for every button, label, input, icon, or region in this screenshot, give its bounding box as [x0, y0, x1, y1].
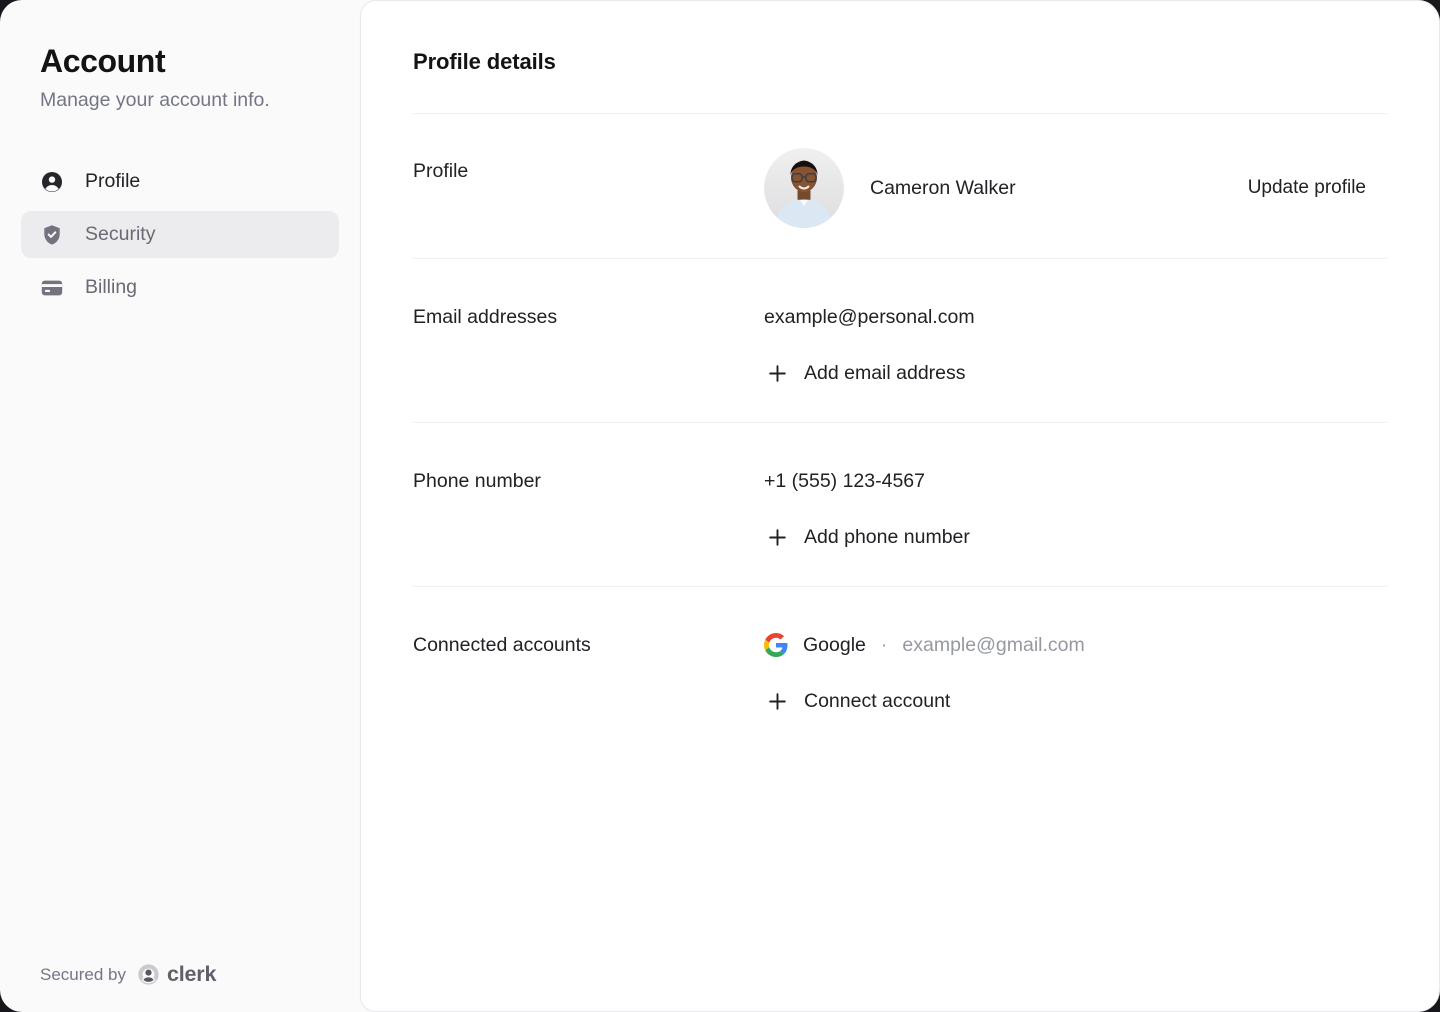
- phone-number-row: Phone number +1 (555) 123-4567 Add phone…: [413, 422, 1387, 586]
- user-full-name: Cameron Walker: [870, 177, 1016, 200]
- sidebar-item-profile[interactable]: Profile: [21, 158, 339, 205]
- profile-details-panel: Profile details Profile: [360, 0, 1440, 1012]
- plus-icon: [768, 364, 787, 383]
- add-email-label: Add email address: [804, 361, 966, 385]
- connect-account-button[interactable]: Connect account: [764, 689, 1387, 713]
- connected-account-item: Google · example@gmail.com: [764, 633, 1387, 657]
- profile-row: Profile: [413, 113, 1387, 258]
- add-phone-label: Add phone number: [804, 525, 970, 549]
- clerk-brand-link[interactable]: clerk: [137, 962, 216, 987]
- credit-card-icon: [40, 276, 64, 300]
- dot-separator: ·: [881, 633, 888, 657]
- sidebar-item-security[interactable]: Security: [21, 211, 339, 258]
- page-title: Profile details: [413, 1, 1387, 77]
- provider-name: Google: [803, 633, 866, 657]
- clerk-wordmark: clerk: [167, 962, 216, 987]
- google-g-icon: [764, 633, 788, 657]
- plus-icon: [768, 692, 787, 711]
- add-email-button[interactable]: Add email address: [764, 361, 1387, 385]
- sidebar-item-label: Security: [85, 223, 155, 246]
- sidebar-footer: Secured by clerk: [40, 962, 216, 987]
- email-addresses-row: Email addresses example@personal.com Add…: [413, 258, 1387, 422]
- sidebar-title: Account: [40, 42, 320, 80]
- phone-row-label: Phone number: [413, 469, 764, 549]
- profile-row-label: Profile: [413, 148, 764, 228]
- account-card: Account Manage your account info. Profil…: [0, 0, 1440, 1012]
- connected-accounts-row: Connected accounts Google · example@gmai…: [413, 586, 1387, 750]
- update-profile-button[interactable]: Update profile: [1248, 177, 1366, 199]
- avatar: [764, 148, 844, 228]
- sidebar: Account Manage your account info. Profil…: [0, 0, 360, 1012]
- secured-by-label: Secured by: [40, 965, 126, 985]
- shield-check-icon: [40, 223, 64, 247]
- connected-account-email: example@gmail.com: [902, 633, 1084, 657]
- connected-row-label: Connected accounts: [413, 633, 764, 713]
- sidebar-item-billing[interactable]: Billing: [21, 264, 339, 311]
- connect-account-label: Connect account: [804, 689, 950, 713]
- sidebar-subtitle: Manage your account info.: [40, 88, 320, 113]
- clerk-logo-icon: [137, 963, 160, 986]
- plus-icon: [768, 528, 787, 547]
- user-circle-icon: [40, 170, 64, 194]
- phone-number-value: +1 (555) 123-4567: [764, 469, 1387, 493]
- add-phone-button[interactable]: Add phone number: [764, 525, 1387, 549]
- sidebar-nav: Profile Security Billing: [21, 158, 339, 311]
- page: Account Manage your account info. Profil…: [0, 0, 1440, 1012]
- sidebar-item-label: Billing: [85, 276, 137, 299]
- sidebar-item-label: Profile: [85, 170, 140, 193]
- email-address-value: example@personal.com: [764, 305, 1387, 329]
- email-row-label: Email addresses: [413, 305, 764, 385]
